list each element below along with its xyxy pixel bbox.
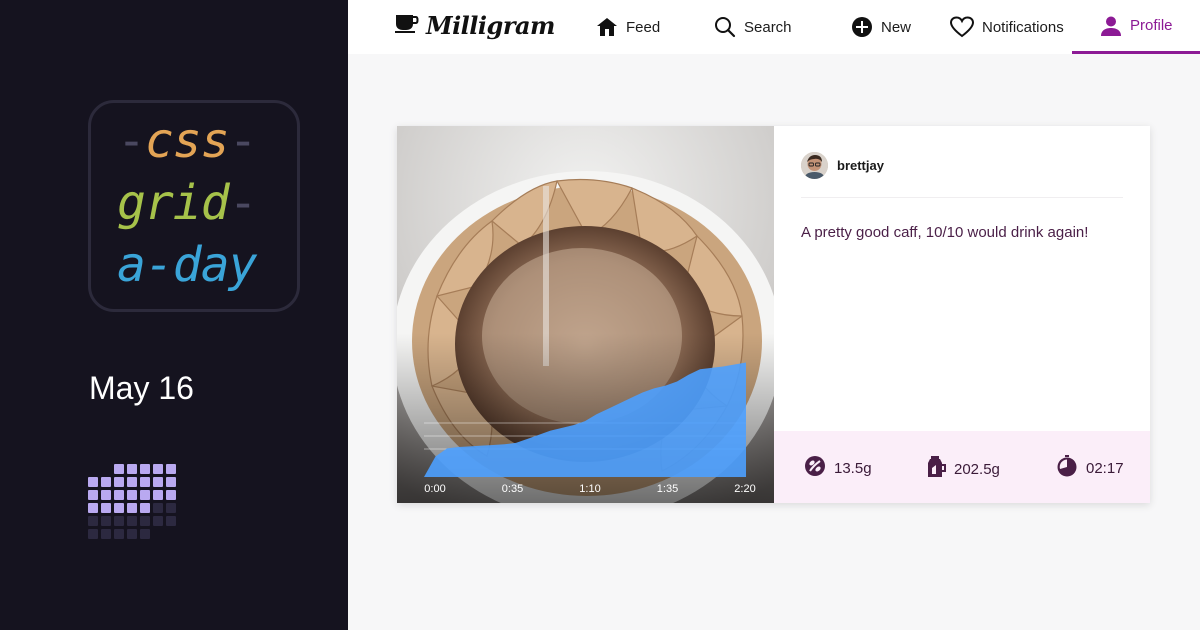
logo-line-2: grid- <box>117 175 257 231</box>
calendar-day-cell <box>153 529 163 539</box>
calendar-day-cell <box>166 529 176 539</box>
calendar-progress-grid <box>88 464 176 539</box>
plus-circle-icon <box>851 16 873 38</box>
post-card: 0:00 0:35 1:10 1:35 2:20 brettjay A pretty g… <box>397 126 1150 503</box>
css-grid-a-day-logo: -css- grid- a-day <box>88 100 300 312</box>
calendar-day-cell <box>114 477 124 487</box>
nav-search[interactable]: Search <box>714 0 792 54</box>
chart-x-tick-label: 1:10 <box>579 483 601 495</box>
date-label: May 16 <box>89 370 194 406</box>
calendar-day-cell <box>140 529 150 539</box>
stat-beans-value: 13.5g <box>834 459 872 477</box>
nav-search-label: Search <box>744 18 792 36</box>
calendar-day-cell <box>127 464 137 474</box>
nav-profile[interactable]: Profile <box>1072 0 1200 54</box>
calendar-day-cell <box>101 490 111 500</box>
nav-new-label: New <box>881 18 912 36</box>
brand[interactable]: Milligram <box>394 11 555 40</box>
calendar-day-cell <box>88 477 98 487</box>
stat-time: 02:17 <box>1056 455 1124 481</box>
calendar-day-cell <box>114 529 124 539</box>
post-caption: A pretty good caff, 10/10 would drink ag… <box>801 224 1089 241</box>
calendar-day-cell <box>153 490 163 500</box>
post-photo[interactable]: 0:00 0:35 1:10 1:35 2:20 <box>397 126 774 503</box>
calendar-day-cell <box>140 516 150 526</box>
stat-time-value: 02:17 <box>1086 459 1124 477</box>
logo-line-1: -css- <box>117 113 258 169</box>
home-icon <box>596 16 618 38</box>
calendar-day-cell <box>88 490 98 500</box>
logo-line-3: a-day <box>117 237 257 293</box>
calendar-day-cell <box>166 490 176 500</box>
calendar-day-cell <box>153 464 163 474</box>
calendar-day-cell <box>88 516 98 526</box>
search-icon <box>714 16 736 38</box>
brew-weight-area <box>424 362 746 477</box>
nav-notifications[interactable]: Notifications <box>950 0 1064 54</box>
post-info: brettjay A pretty good caff, 10/10 would… <box>774 126 1150 503</box>
calendar-day-cell <box>101 503 111 513</box>
calendar-day-cell <box>114 464 124 474</box>
calendar-day-cell <box>166 503 176 513</box>
calendar-day-cell <box>88 529 98 539</box>
calendar-day-cell <box>114 503 124 513</box>
calendar-day-cell <box>140 503 150 513</box>
calendar-day-cell <box>153 503 163 513</box>
brand-name: Milligram <box>426 11 555 40</box>
calendar-day-cell <box>140 490 150 500</box>
post-author[interactable]: brettjay <box>801 152 884 179</box>
calendar-day-cell <box>166 464 176 474</box>
calendar-day-cell <box>101 477 111 487</box>
calendar-day-cell <box>166 516 176 526</box>
chart-x-tick-label: 1:35 <box>656 483 679 495</box>
calendar-day-cell <box>153 477 163 487</box>
calendar-day-cell <box>88 464 98 474</box>
calendar-day-cell <box>127 490 137 500</box>
nav-notifications-label: Notifications <box>982 18 1064 36</box>
nav-feed[interactable]: Feed <box>596 0 660 54</box>
calendar-day-cell <box>127 477 137 487</box>
calendar-day-cell <box>114 490 124 500</box>
brew-weight-chart <box>424 362 746 477</box>
calendar-day-cell <box>101 529 111 539</box>
nav-new[interactable]: New <box>851 0 911 54</box>
chart-x-tick-label: 0:00 <box>424 483 446 495</box>
stat-beans: 13.5g <box>804 455 872 481</box>
stat-water: 202.5g <box>926 455 1000 483</box>
username[interactable]: brettjay <box>837 158 884 173</box>
calendar-day-cell <box>153 516 163 526</box>
calendar-day-cell <box>101 464 111 474</box>
chart-x-tick-label: 2:20 <box>734 483 756 495</box>
top-nav: Milligram Feed Search New Notifications … <box>348 0 1200 54</box>
calendar-day-cell <box>88 503 98 513</box>
user-icon <box>1100 15 1122 37</box>
nav-profile-label: Profile <box>1130 17 1173 34</box>
calendar-day-cell <box>127 529 137 539</box>
divider <box>801 197 1123 198</box>
calendar-day-cell <box>166 477 176 487</box>
nav-feed-label: Feed <box>626 18 661 36</box>
calendar-day-cell <box>127 516 137 526</box>
coffee-cup-icon <box>394 12 420 39</box>
calendar-day-cell <box>140 464 150 474</box>
stat-water-value: 202.5g <box>954 460 1000 478</box>
heart-icon <box>950 16 974 38</box>
brew-stats-bar: 13.5g 202.5g 02:17 <box>774 431 1150 503</box>
avatar[interactable] <box>801 152 828 179</box>
kettle-icon <box>926 455 946 483</box>
left-panel: -css- grid- a-day May 16 <box>0 0 348 630</box>
chart-x-tick-label: 0:35 <box>501 483 524 495</box>
calendar-day-cell <box>114 516 124 526</box>
calendar-day-cell <box>127 503 137 513</box>
calendar-day-cell <box>101 516 111 526</box>
coffee-bean-icon <box>804 455 826 481</box>
timer-icon <box>1056 455 1078 481</box>
calendar-day-cell <box>140 477 150 487</box>
